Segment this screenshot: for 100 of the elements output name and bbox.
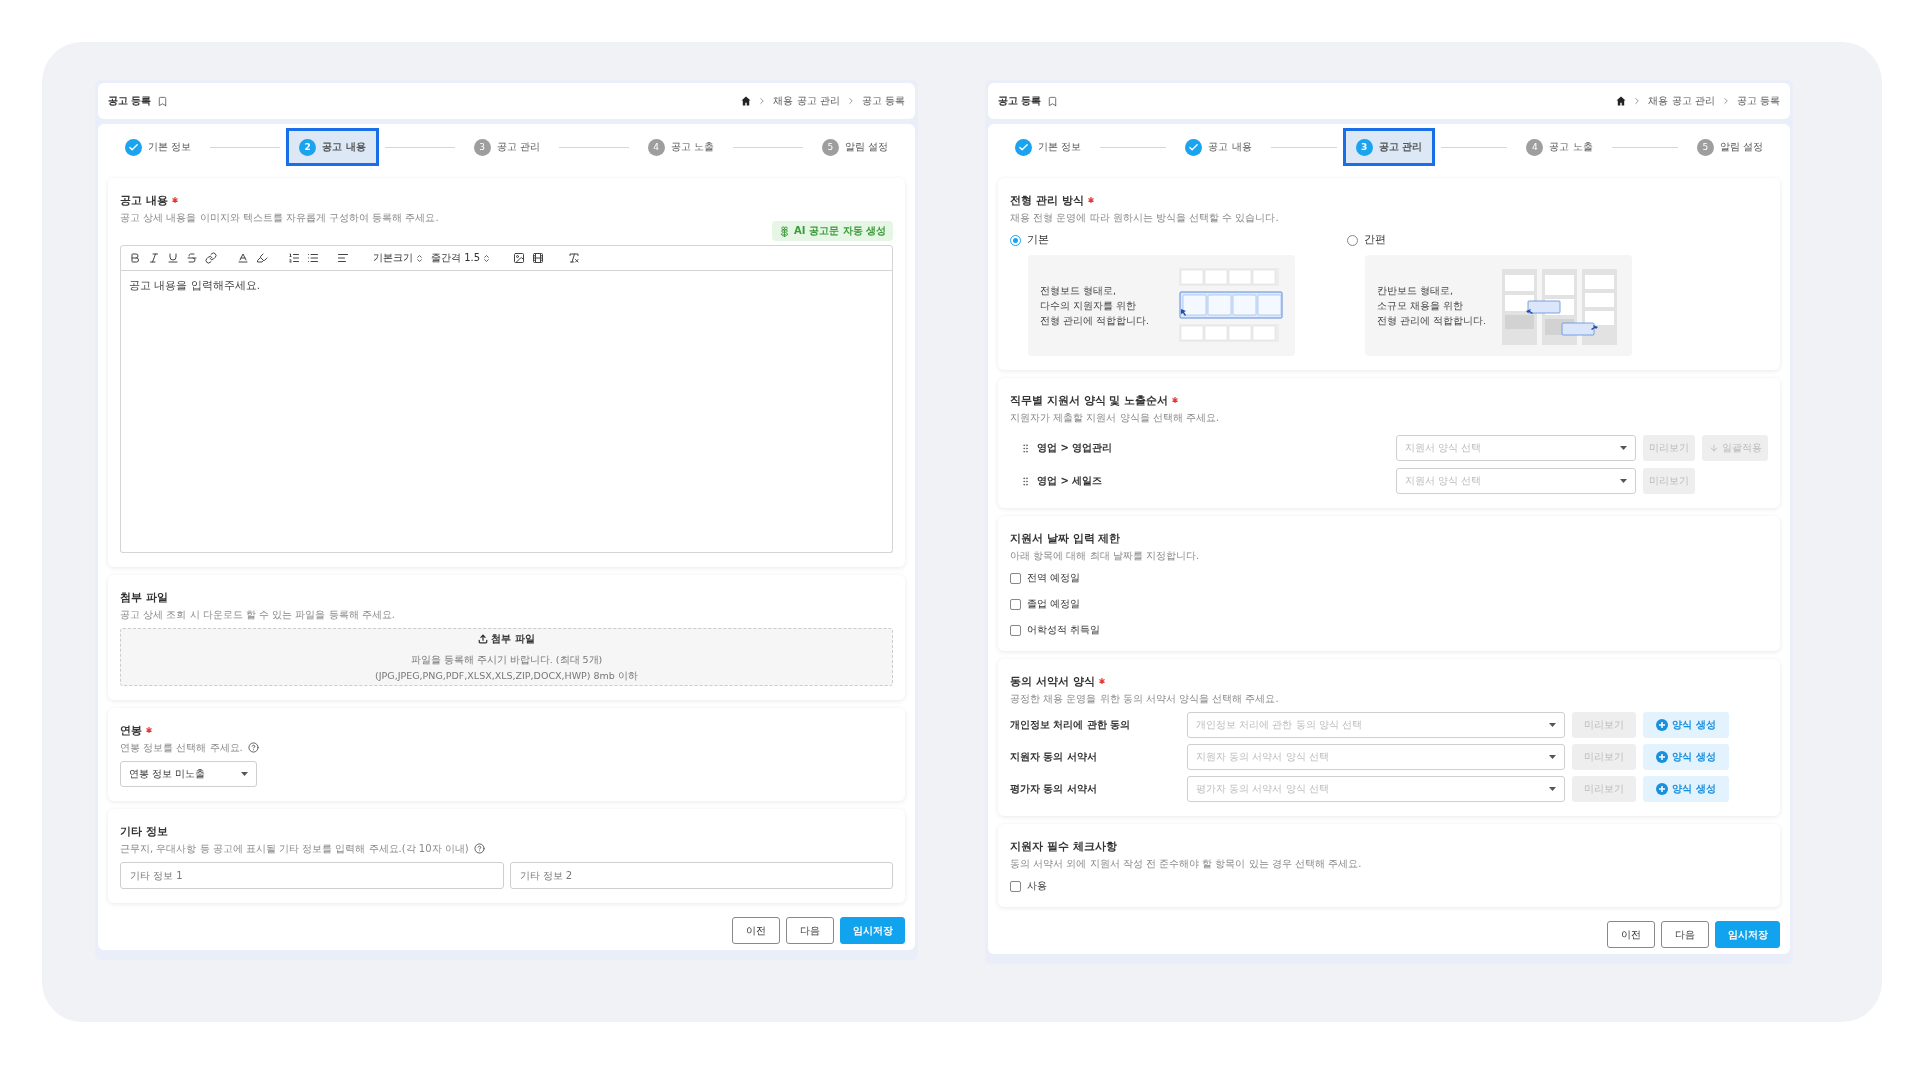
font-color-icon[interactable]	[237, 252, 249, 264]
page-title: 공고 등록	[998, 94, 1042, 108]
breadcrumb-link[interactable]: 채용 공고 관리	[773, 94, 840, 108]
step-number: 4	[647, 138, 665, 156]
section-title: 지원서 날짜 입력 제한	[1010, 530, 1121, 546]
caret-icon	[241, 772, 248, 776]
caret-icon	[1549, 755, 1556, 759]
checkbox[interactable]	[1010, 598, 1021, 610]
consent-label: 평가자 동의 서약서	[1010, 782, 1098, 796]
step-number: 5	[821, 138, 839, 156]
link-icon[interactable]	[205, 252, 217, 264]
step-tab[interactable]: 3 공고 관리	[1342, 128, 1436, 166]
section-description: 근무지, 우대사항 등 공고에 표시될 기타 정보를 입력해 주세요.(각 10자 이내)	[120, 841, 469, 856]
checkbox-label: 전역 예정일	[1027, 571, 1081, 585]
caret-icon	[1620, 446, 1627, 450]
bullet-list-icon[interactable]	[307, 252, 319, 264]
italic-icon[interactable]	[148, 252, 160, 264]
step-tab[interactable]: 4 공고 노출	[634, 128, 727, 166]
section-description: 공정한 채용 운영을 위한 동의 서약서 양식을 선택해 주세요.	[1010, 691, 1279, 706]
step-number: 2	[299, 138, 317, 156]
footer-button[interactable]: 다음	[1661, 921, 1709, 948]
option-description: 전형보드 형태로, 다수의 지원자를 위한 전형 관리에 적합합니다.	[1040, 284, 1150, 328]
bookmark-icon[interactable]	[157, 95, 169, 107]
step-number: 5	[1696, 138, 1714, 156]
step-tab[interactable]: 5 알림 설정	[1683, 128, 1776, 166]
checkbox[interactable]	[1010, 624, 1021, 636]
section-title: 직무별 지원서 양식 및 노출순서	[1010, 392, 1169, 408]
footer-button[interactable]: 다음	[786, 917, 834, 944]
section-title: 연봉	[120, 722, 142, 738]
section-title: 지원자 필수 체크사항	[1010, 838, 1117, 854]
text-field[interactable]: 기타 정보 2	[509, 862, 893, 889]
home-icon[interactable]	[1616, 96, 1627, 106]
job-label: 영업 > 세일즈	[1037, 474, 1103, 488]
job-label: 영업 > 영업관리	[1037, 441, 1113, 455]
bold-icon[interactable]	[129, 252, 141, 264]
section-description: 채용 전형 운영에 따라 원하시는 방식을 선택할 수 있습니다.	[1010, 210, 1279, 225]
radio-label: 기본	[1027, 233, 1049, 247]
step-tab[interactable]: 기본 정보	[1002, 128, 1095, 166]
section-title: 전형 관리 방식	[1010, 192, 1084, 208]
step-number: 3	[473, 138, 491, 156]
highlighter-icon[interactable]	[256, 252, 268, 264]
upload-dropzone[interactable]: 첨부 파일 파일을 등록해 주시기 바랍니다. (최대 5개) (JPG,JPEG,PNG,PDF,XLSX,XLS,ZIP,DOCX,HWP) 8mb 이하	[120, 628, 893, 686]
image-icon[interactable]	[513, 252, 526, 264]
chevrons-icon	[415, 253, 424, 263]
step-tab[interactable]: 2 공고 내용	[286, 128, 379, 166]
step-tab[interactable]: 5 알림 설정	[808, 128, 901, 166]
caret-icon	[1549, 723, 1556, 727]
clear-format-icon[interactable]	[568, 252, 581, 264]
footer-button[interactable]: 이전	[732, 917, 780, 944]
breadcrumb-link[interactable]: 채용 공고 관리	[1648, 94, 1715, 108]
consent-label: 지원자 동의 서약서	[1010, 750, 1098, 764]
select-field[interactable]: 연봉 정보 미노출	[120, 761, 257, 787]
caret-icon	[1620, 479, 1627, 483]
help-icon[interactable]	[247, 742, 259, 753]
radio-label: 간편	[1364, 233, 1386, 247]
section-description: 동의 서약서 외에 지원서 작성 전 준수해야 할 항목이 있는 경우 선택해 주세요.	[1010, 856, 1362, 871]
section-description: 연봉 정보를 선택해 주세요.	[120, 740, 243, 755]
checkbox-label: 사용	[1027, 879, 1047, 893]
step-number: 3	[1355, 138, 1373, 156]
checkbox-label: 어학성적 취득일	[1027, 623, 1101, 637]
step-number: 4	[1526, 138, 1544, 156]
upload-hint: 파일을 등록해 주시기 바랍니다. (최대 5개)	[410, 654, 603, 667]
step-tab[interactable]: 기본 정보	[112, 128, 205, 166]
home-icon[interactable]	[741, 96, 752, 106]
caret-icon	[1549, 787, 1556, 791]
file-format-hint: (JPG,JPEG,PNG,PDF,XLSX,XLS,ZIP,DOCX,HWP) 8mb 이하	[375, 670, 638, 683]
section-title: 기타 정보	[120, 823, 168, 839]
step-tab[interactable]: 공고 내용	[1172, 128, 1265, 166]
plus-icon	[1656, 783, 1669, 795]
section-title: 동의 서약서 양식	[1010, 673, 1095, 689]
bookmark-icon[interactable]	[1047, 95, 1059, 107]
checkbox[interactable]	[1010, 880, 1021, 892]
line-height-select[interactable]: 줄간격 1.5	[431, 251, 492, 265]
strikethrough-icon[interactable]	[186, 252, 198, 264]
editor-content-area[interactable]: 공고 내용을 입력해주세요.	[120, 271, 893, 553]
page-title: 공고 등록	[108, 94, 152, 108]
step-tab[interactable]: 3 공고 관리	[460, 128, 553, 166]
align-left-icon[interactable]	[337, 252, 349, 264]
font-size-select[interactable]: 기본크기	[373, 251, 424, 265]
plus-icon	[1656, 719, 1669, 731]
section-description: 공고 상세 조회 시 다운로드 할 수 있는 파일을 등록해 주세요.	[120, 607, 395, 622]
checkbox-label: 졸업 예정일	[1027, 597, 1081, 611]
drag-handle-icon[interactable]	[1020, 442, 1031, 454]
section-title: 첨부 파일	[120, 589, 168, 605]
step-tab[interactable]: 4 공고 노출	[1513, 128, 1606, 166]
underline-icon[interactable]	[167, 252, 179, 264]
film-icon[interactable]	[532, 252, 545, 264]
checkbox[interactable]	[1010, 572, 1021, 584]
drag-handle-icon[interactable]	[1020, 475, 1031, 487]
text-field[interactable]: 기타 정보 1	[120, 862, 504, 889]
upload-button[interactable]: 첨부 파일	[472, 631, 541, 647]
help-icon[interactable]	[473, 843, 485, 854]
option-description: 칸반보드 형태로, 소규모 채용을 위한 전형 관리에 적합합니다.	[1377, 284, 1487, 328]
arrow-down-icon	[1708, 443, 1719, 453]
section-description: 공고 상세 내용을 이미지와 텍스트를 자유롭게 구성하여 등록해 주세요.	[120, 210, 439, 225]
section-description: 아래 항목에 대해 최대 날짜를 지정합니다.	[1010, 548, 1200, 563]
upload-icon	[478, 634, 489, 644]
numbered-list-icon[interactable]	[288, 252, 300, 264]
footer-button[interactable]: 이전	[1607, 921, 1655, 948]
section-description: 지원자가 제출할 지원서 양식을 선택해 주세요.	[1010, 410, 1220, 425]
